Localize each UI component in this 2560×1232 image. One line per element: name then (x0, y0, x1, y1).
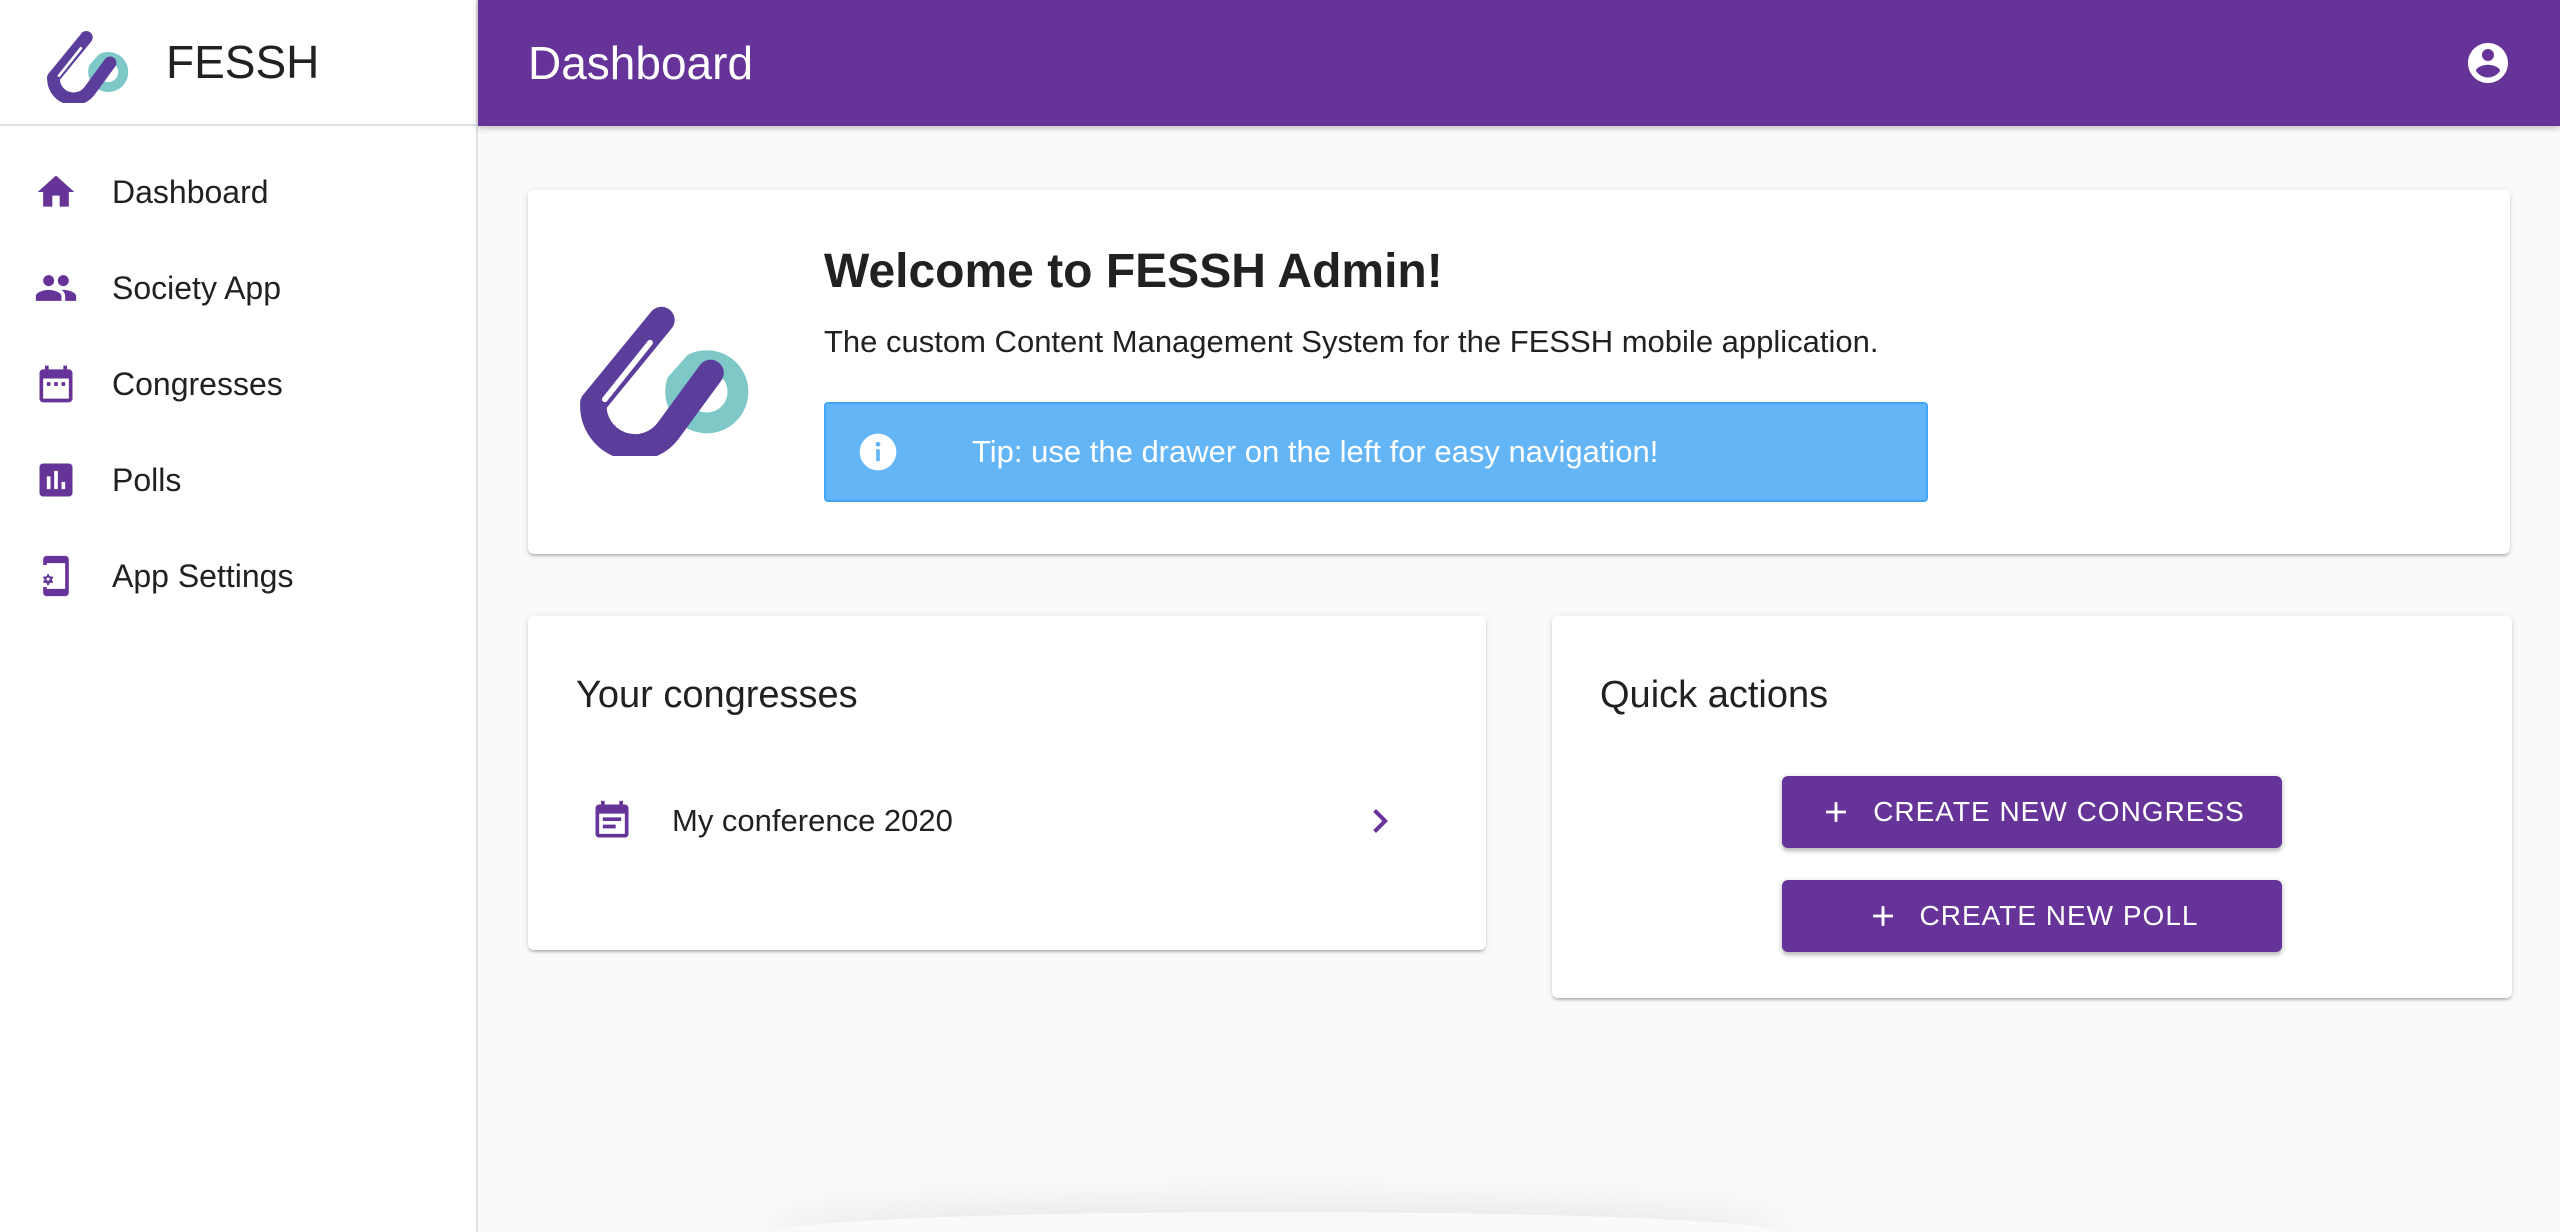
people-icon (32, 264, 80, 312)
congresses-card: Your congresses My conference 2020 (528, 616, 1486, 950)
nav-item-polls[interactable]: Polls (0, 432, 476, 528)
tip-text: Tip: use the drawer on the left for easy… (972, 434, 1659, 469)
quick-actions-title: Quick actions (1600, 674, 1829, 716)
tip-banner: Tip: use the drawer on the left for easy… (824, 402, 1928, 502)
info-icon (856, 430, 900, 474)
fessh-logo-icon (47, 31, 129, 103)
welcome-title: Welcome to FESSH Admin! (824, 245, 1443, 298)
quick-actions-card: Quick actions CREATE NEW CONGRESS CREATE… (1552, 616, 2512, 998)
nav-item-congresses[interactable]: Congresses (0, 336, 476, 432)
account-circle-icon (2468, 43, 2508, 83)
brand-name: FESSH (166, 36, 320, 88)
fessh-logo-icon (580, 306, 749, 456)
navigation-drawer: FESSH Dashboard Society App Congresses P… (0, 0, 478, 1232)
create-poll-label: CREATE NEW POLL (1919, 900, 2199, 931)
create-congress-label: CREATE NEW CONGRESS (1873, 796, 2245, 827)
plus-icon (1826, 802, 1847, 822)
nav-label: Polls (112, 461, 182, 498)
create-poll-button[interactable]: CREATE NEW POLL (1782, 880, 2282, 952)
welcome-subtitle: The custom Content Management System for… (824, 324, 1879, 359)
app-root: FESSH Dashboard Society App Congresses P… (0, 0, 2560, 1232)
congress-list-item[interactable]: My conference 2020 (560, 766, 1454, 876)
poll-icon (32, 456, 80, 504)
main-content: Welcome to FESSH Admin! The custom Conte… (478, 126, 2560, 1232)
app-bar: Dashboard (478, 0, 2560, 126)
nav-label: Society App (112, 269, 281, 306)
create-congress-button[interactable]: CREATE NEW CONGRESS (1782, 776, 2282, 848)
nav-item-society-app[interactable]: Society App (0, 240, 476, 336)
nav-label: Dashboard (112, 173, 269, 210)
chevron-right-icon (1356, 797, 1404, 845)
welcome-card: Welcome to FESSH Admin! The custom Conte… (528, 190, 2510, 554)
nav-item-dashboard[interactable]: Dashboard (0, 144, 476, 240)
nav-list: Dashboard Society App Congresses Polls A… (0, 126, 476, 624)
phone-settings-icon (32, 552, 80, 600)
nav-label: App Settings (112, 557, 294, 594)
event-note-icon (590, 799, 634, 843)
bottom-overflow-shadow (778, 1212, 1778, 1232)
calendar-icon (32, 360, 80, 408)
page-title: Dashboard (528, 37, 754, 89)
congresses-title: Your congresses (576, 674, 858, 716)
nav-label: Congresses (112, 365, 283, 402)
plus-icon (1872, 906, 1893, 926)
home-icon (32, 168, 80, 216)
nav-item-app-settings[interactable]: App Settings (0, 528, 476, 624)
congress-name: My conference 2020 (672, 803, 953, 838)
brand-header: FESSH (0, 0, 476, 126)
account-button[interactable] (2462, 37, 2514, 89)
